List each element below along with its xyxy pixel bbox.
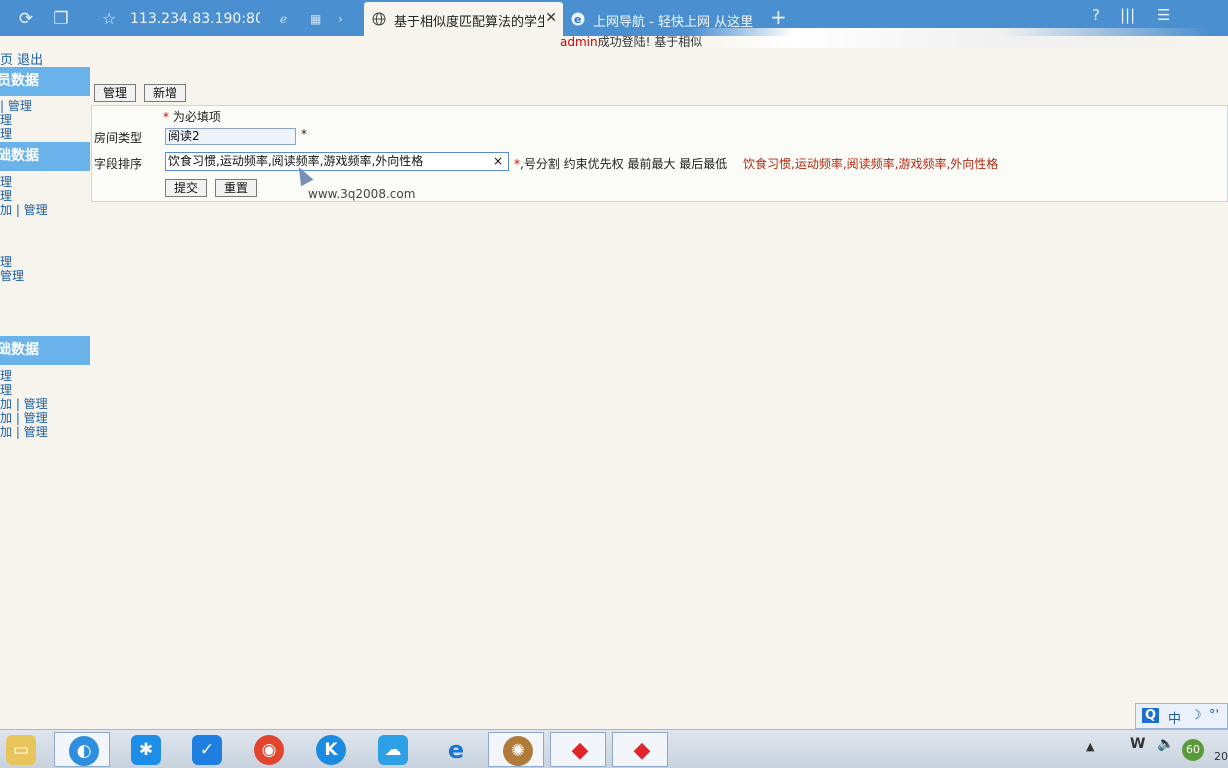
show-hidden-icons-icon[interactable]: ▲ [1086, 740, 1094, 753]
reset-button[interactable]: 重置 [215, 179, 257, 197]
field-order-input[interactable]: 饮食习惯,运动频率,阅读频率,游戏频率,外向性格 × [165, 152, 509, 171]
sidebar-section-header[interactable]: 员数据 [0, 67, 90, 96]
internet-explorer-button[interactable]: e [427, 732, 483, 767]
security-button[interactable]: ✓ [178, 732, 234, 767]
favorite-star-icon[interactable]: ☆ [102, 9, 116, 28]
folder-icon: ▭ [6, 735, 36, 765]
help-icon[interactable]: ? [1092, 6, 1100, 24]
app-window-button[interactable]: ◆ [612, 732, 668, 767]
cloud-button[interactable]: ☁ [364, 732, 420, 767]
red-diamond-icon: ◆ [571, 738, 589, 763]
room-type-label: 房间类型 [94, 131, 143, 145]
ie-icon: e [447, 736, 465, 764]
sidebar-toggle-icon[interactable]: ||| [1120, 6, 1135, 24]
music-icon: ◉ [254, 735, 284, 765]
dingtalk-button[interactable]: ✱ [117, 732, 173, 767]
ie-compat-icon[interactable]: ℯ [280, 12, 287, 26]
globe-icon [372, 12, 386, 26]
qq-browser-icon: ◐ [69, 736, 99, 766]
cloud-icon: ☁ [378, 735, 408, 765]
ime-logo-icon[interactable]: Q [1142, 708, 1160, 723]
taskbar: ▭ ◐ ✱ ✓ ◉ K ☁ e ✺ ◆ ◆ ▲ W 🔈 60 20 [0, 729, 1228, 768]
sidebar: 页 退出 员数据 | 管理 理 理 础数据 理 理 加 | 管理 理 管理 础数… [0, 36, 90, 726]
red-diamond-icon: ◆ [633, 738, 651, 763]
clear-input-icon[interactable]: × [493, 153, 503, 170]
notice-text: 成功登陆! 基于相似 [597, 35, 703, 49]
sidebar-link[interactable]: 加 | 管理 [0, 423, 48, 440]
media-app-icon: ✺ [503, 736, 533, 766]
ime-toolbar[interactable]: Q 中 ☽ °' [1135, 703, 1228, 729]
punctuation-icon[interactable]: °' [1209, 708, 1219, 723]
notice-user: admin [560, 35, 598, 49]
sidebar-section-header[interactable]: 础数据 [0, 142, 90, 171]
manage-button[interactable]: 管理 [94, 84, 136, 102]
home-logout-links[interactable]: 页 退出 [0, 49, 43, 68]
close-tab-icon[interactable]: ✕ [545, 10, 557, 26]
music-button[interactable]: ◉ [240, 732, 296, 767]
tab-active[interactable]: 基于相似度匹配算法的学生 ✕ [364, 2, 563, 36]
chat-icon: ✱ [131, 735, 161, 765]
add-button[interactable]: 新增 [144, 84, 186, 102]
volume-icon[interactable]: 🔈 [1157, 736, 1174, 752]
field-order-preview: 饮食习惯,运动频率,阅读频率,游戏频率,外向性格 [743, 157, 999, 171]
chevron-right-icon[interactable]: › [338, 12, 343, 26]
kugou-button[interactable]: K [302, 732, 358, 767]
qr-code-icon[interactable]: ▦ [310, 12, 321, 26]
ie-icon: e [571, 12, 585, 26]
ime-mode-toggle[interactable]: 中 [1168, 708, 1181, 727]
performance-badge[interactable]: 60 [1182, 739, 1204, 761]
reading-mode-icon[interactable]: ❐ [50, 8, 72, 30]
required-star: * [301, 127, 307, 141]
tab-title: 基于相似度匹配算法的学生 [394, 15, 544, 30]
sidebar-section-header[interactable]: 础数据 [0, 336, 90, 365]
notice-fade [690, 28, 1210, 48]
new-tab-icon[interactable]: + [770, 5, 787, 29]
moon-icon[interactable]: ☽ [1190, 708, 1202, 723]
required-note: * 为必填项 [163, 110, 221, 124]
svg-text:e: e [574, 13, 581, 26]
address-bar[interactable]: ☆ 113.234.83.190:8080 ℯ ▦ › [94, 2, 362, 36]
qq-browser-button[interactable]: ◐ [54, 732, 110, 767]
field-order-label: 字段排序 [94, 157, 143, 171]
sidebar-link[interactable]: 管理 [0, 267, 24, 284]
media-app-button[interactable]: ✺ [488, 732, 544, 767]
app-window-button[interactable]: ◆ [550, 732, 606, 767]
menu-icon[interactable]: ☰ [1157, 6, 1170, 24]
sidebar-link[interactable]: 理 [0, 125, 12, 142]
field-order-value: 饮食习惯,运动频率,阅读频率,游戏频率,外向性格 [168, 154, 424, 168]
clock[interactable]: 20 [1214, 750, 1228, 763]
watermark: www.3q2008.com [308, 187, 416, 201]
field-order-hint: *,号分割 约束优先权 最前最大 最后最低 [514, 157, 728, 171]
sidebar-link[interactable]: 加 | 管理 [0, 201, 48, 218]
refresh-icon[interactable]: ⟳ [15, 8, 37, 30]
login-notice: admin成功登陆! 基于相似 [560, 33, 702, 50]
kugou-icon: K [316, 735, 346, 765]
submit-button[interactable]: 提交 [165, 179, 207, 197]
file-explorer-button[interactable]: ▭ [0, 732, 46, 767]
room-type-input[interactable]: 阅读2 [165, 128, 296, 145]
shield-icon: ✓ [192, 735, 222, 765]
url-text[interactable]: 113.234.83.190:8080 [130, 11, 260, 27]
network-icon[interactable]: W [1130, 736, 1145, 752]
